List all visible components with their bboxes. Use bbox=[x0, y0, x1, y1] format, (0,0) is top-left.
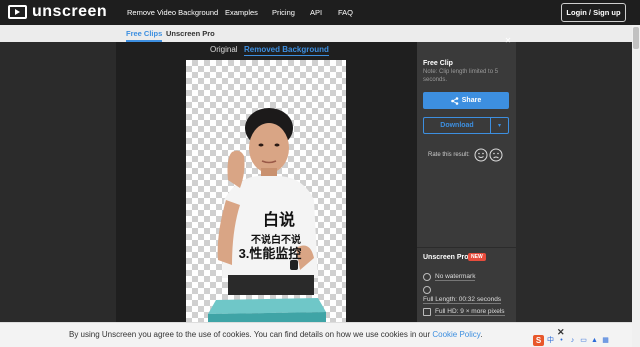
share-button[interactable]: Share bbox=[423, 92, 509, 109]
punctuation-icon[interactable]: • bbox=[557, 337, 566, 344]
caption-line-2: 不说白不说 bbox=[251, 233, 301, 246]
panel-divider bbox=[417, 247, 516, 248]
happy-face-icon[interactable] bbox=[474, 148, 488, 162]
sogou-logo-icon[interactable]: S bbox=[533, 334, 544, 346]
language-toggle[interactable]: 中 bbox=[546, 335, 555, 345]
caption-line-1: 白说 bbox=[263, 210, 295, 229]
panel-title: Free Clip bbox=[423, 60, 453, 67]
nav-pricing[interactable]: Pricing bbox=[272, 8, 295, 17]
rate-label: Rate this result: bbox=[428, 152, 470, 158]
download-options-button[interactable]: ▾ bbox=[491, 117, 509, 134]
panel-note: Note: Clip length limited to 5 seconds. bbox=[423, 69, 499, 83]
play-icon bbox=[8, 5, 27, 19]
page-scrollbar[interactable] bbox=[632, 25, 640, 347]
feature-refresh bbox=[423, 286, 435, 294]
pro-title: Unscreen Pro bbox=[423, 254, 469, 261]
feature-full-hd: Full HD: 9 × more pixels bbox=[423, 308, 505, 316]
login-signup-button[interactable]: Login / Sign up bbox=[561, 3, 626, 22]
no-watermark-icon bbox=[423, 273, 431, 281]
nav-faq[interactable]: FAQ bbox=[338, 8, 353, 17]
keyboard-icon[interactable]: ▭ bbox=[579, 336, 588, 344]
microphone-icon[interactable]: ♪ bbox=[568, 337, 577, 344]
close-icon[interactable]: ✕ bbox=[504, 37, 512, 45]
sad-face-icon[interactable] bbox=[489, 148, 503, 162]
sub-navbar: Free Clips Unscreen Pro bbox=[0, 25, 632, 42]
feature-no-watermark: No watermark bbox=[423, 273, 476, 281]
monitor-icon bbox=[423, 308, 431, 316]
toolbox-icon[interactable]: ▦ bbox=[601, 336, 610, 344]
chevron-down-icon: ▾ bbox=[497, 123, 501, 129]
share-icon bbox=[450, 96, 459, 105]
video-preview[interactable]: 白说 不说白不说 3.性能监控 bbox=[186, 60, 346, 322]
brand-logo[interactable]: unscreen bbox=[8, 4, 107, 20]
nav-api[interactable]: API bbox=[310, 8, 322, 17]
cookie-message: By using Unscreen you agree to the use o… bbox=[69, 330, 483, 339]
skin-icon[interactable]: ▲ bbox=[590, 337, 599, 344]
new-badge: NEW bbox=[468, 253, 486, 261]
nav-examples[interactable]: Examples bbox=[225, 8, 258, 17]
ime-toolbar: S 中 • ♪ ▭ ▲ ▦ bbox=[533, 334, 625, 346]
tab-original[interactable]: Original bbox=[210, 45, 238, 54]
brand-name: unscreen bbox=[32, 3, 108, 20]
share-label: Share bbox=[461, 97, 482, 104]
caption-line-3: 3.性能监控 bbox=[239, 246, 302, 261]
tab-unscreen-pro[interactable]: Unscreen Pro bbox=[166, 29, 215, 38]
scrollbar-thumb[interactable] bbox=[633, 27, 639, 49]
download-button[interactable]: Download bbox=[423, 117, 491, 134]
top-navbar: unscreen Remove Video Background Example… bbox=[0, 0, 640, 25]
tab-removed-background[interactable]: Removed Background bbox=[244, 45, 329, 56]
tab-free-clips[interactable]: Free Clips bbox=[126, 29, 163, 42]
refresh-icon bbox=[423, 286, 431, 294]
cookie-policy-link[interactable]: Cookie Policy bbox=[432, 330, 480, 339]
nav-remove-video-background[interactable]: Remove Video Background bbox=[127, 8, 218, 17]
feature-full-length: Full Length: 00:32 seconds bbox=[423, 296, 502, 304]
person-cutout-image: 白说 不说白不说 3.性能监控 bbox=[208, 108, 326, 322]
